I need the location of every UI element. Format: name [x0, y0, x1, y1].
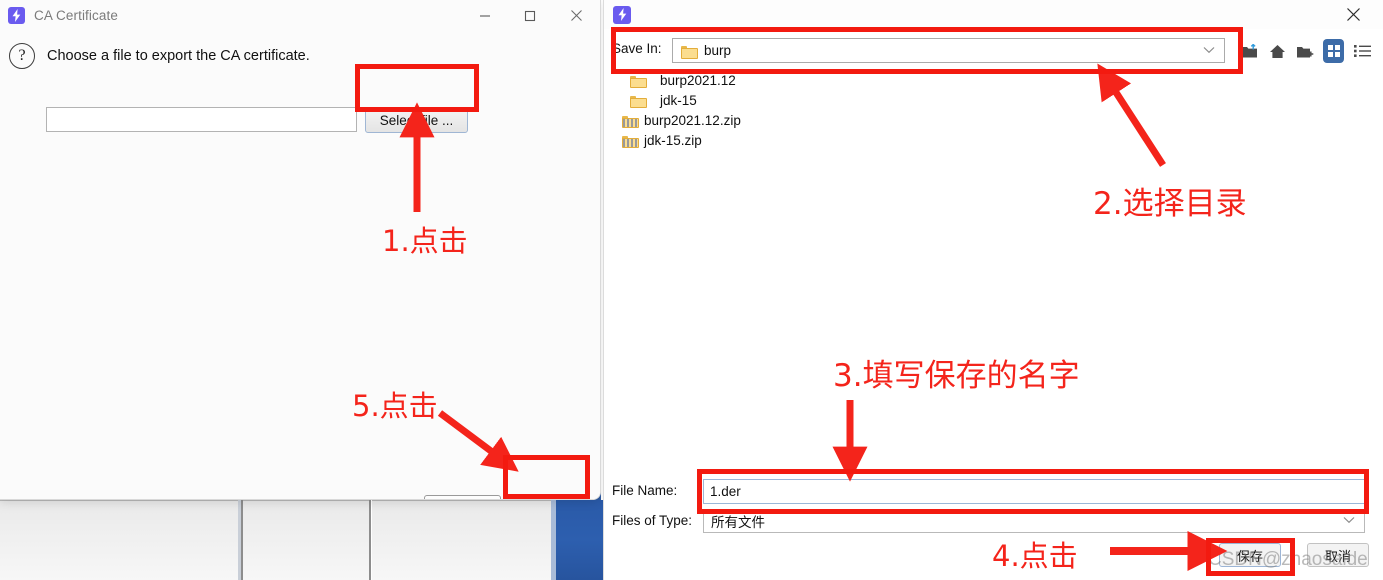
chevron-down-icon: [1343, 515, 1355, 527]
background-blue-strip: [556, 500, 603, 580]
save-in-value: burp: [704, 43, 732, 58]
grid-view-icon[interactable]: [1323, 39, 1345, 63]
ca-dialog-titlebar: CA Certificate: [0, 0, 600, 31]
home-icon[interactable]: [1268, 41, 1287, 62]
list-view-icon[interactable]: [1353, 41, 1372, 62]
folder-icon: [630, 74, 647, 88]
list-item[interactable]: jdk-15: [612, 90, 1372, 110]
next-button[interactable]: Next: [508, 495, 585, 499]
background-window-panel-3: [372, 500, 552, 580]
lightning-bolt-icon: [613, 5, 631, 24]
zip-file-icon: [622, 134, 639, 148]
select-file-button[interactable]: Select file ...: [365, 107, 468, 133]
close-icon[interactable]: [552, 0, 600, 31]
files-of-type-label: Files of Type:: [612, 513, 693, 528]
ca-certificate-dialog: CA Certificate ? Choose a file to export…: [0, 0, 601, 500]
up-folder-icon[interactable]: [1240, 41, 1259, 62]
folder-icon: [630, 94, 647, 108]
list-item[interactable]: burp2021.12.zip: [612, 110, 1372, 130]
ca-window-controls: [462, 0, 600, 31]
lightning-bolt-icon: [8, 7, 25, 24]
files-of-type-value: 所有文件: [711, 515, 765, 530]
file-name-label: jdk-15: [660, 92, 697, 108]
new-folder-icon[interactable]: [1295, 41, 1314, 62]
background-window-panel-2: [243, 500, 370, 580]
save-in-dropdown[interactable]: burp: [672, 38, 1225, 63]
file-name-field-label: File Name:: [612, 483, 678, 498]
chevron-down-icon: [1203, 45, 1215, 57]
background-divider-3: [369, 500, 371, 580]
ca-prompt-text: Choose a file to export the CA certifica…: [47, 48, 310, 64]
minimize-icon[interactable]: [462, 0, 507, 31]
back-button[interactable]: Back: [424, 495, 501, 499]
list-item[interactable]: jdk-15.zip: [612, 130, 1372, 150]
files-of-type-dropdown[interactable]: 所有文件: [703, 509, 1365, 533]
save-button[interactable]: 保存: [1219, 543, 1281, 567]
folder-icon: [681, 45, 698, 59]
ca-prompt-row: ? Choose a file to export the CA certifi…: [9, 43, 310, 69]
background-divider-2: [241, 500, 243, 580]
question-mark-icon: ?: [9, 43, 35, 69]
background-window-panel-1: [0, 500, 240, 580]
file-dialog-toolbar: [1240, 38, 1372, 64]
list-item[interactable]: burp2021.12: [612, 70, 1372, 90]
ca-dialog-body: ? Choose a file to export the CA certifi…: [0, 31, 600, 499]
maximize-icon[interactable]: [507, 0, 552, 31]
file-name-input[interactable]: [703, 479, 1365, 504]
save-in-label: Save In:: [612, 41, 662, 56]
zip-file-icon: [622, 114, 639, 128]
file-list[interactable]: burp2021.12 jdk-15 burp2021.12.zip jdk-1…: [612, 70, 1372, 470]
close-icon[interactable]: [1333, 0, 1373, 29]
ca-dialog-title: CA Certificate: [34, 8, 118, 23]
cancel-button[interactable]: 取消: [1307, 543, 1369, 567]
file-name-label: jdk-15.zip: [644, 132, 702, 148]
certificate-path-input[interactable]: [46, 107, 357, 132]
save-dialog-titlebar: [604, 0, 1383, 29]
file-name-label: burp2021.12: [660, 72, 736, 88]
file-name-label: burp2021.12.zip: [644, 112, 741, 128]
save-in-label-text: Save In:: [612, 41, 662, 56]
